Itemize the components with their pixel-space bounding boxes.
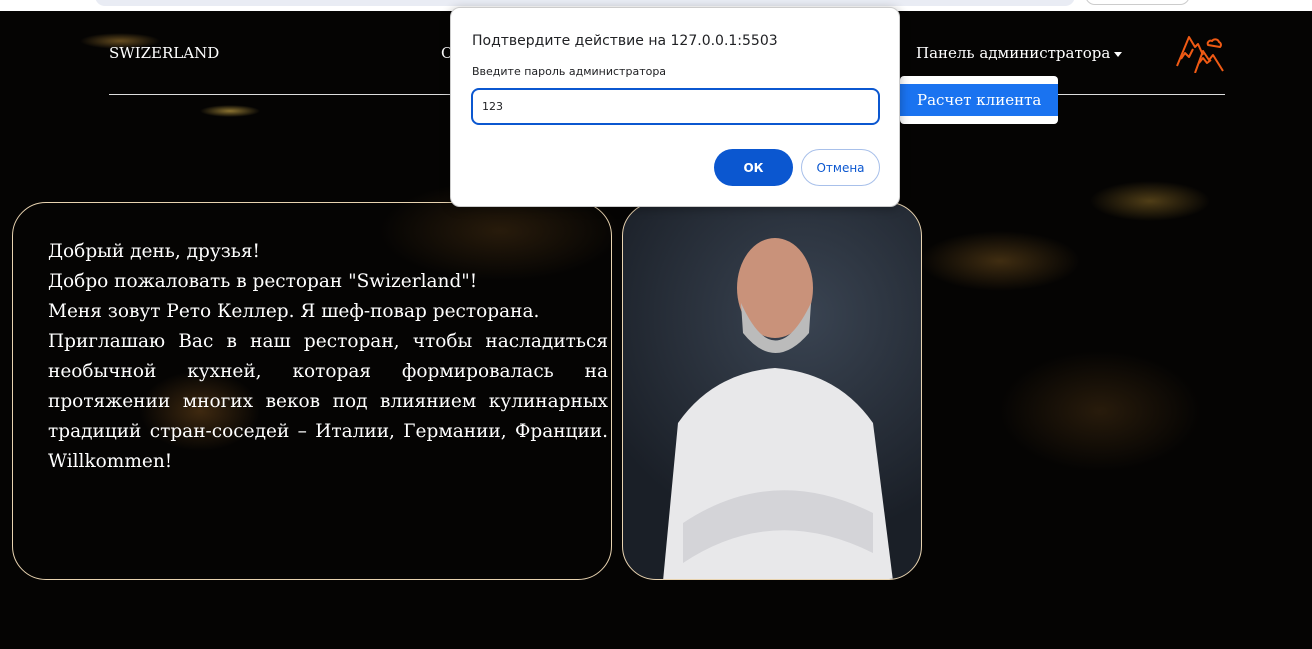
cancel-button[interactable]: Отмена [801,149,880,186]
admin-panel-dropdown[interactable]: Панель администратора [916,44,1123,62]
dialog-message: Введите пароль администратора [472,65,667,78]
welcome-card: Добрый день, друзья! Добро пожаловать в … [12,202,612,580]
welcome-line: Меня зовут Рето Келлер. Я шеф-повар рест… [48,301,540,322]
password-input[interactable] [471,88,880,125]
welcome-paragraph: Приглашаю Вас в наш ресторан, чтобы насл… [48,331,608,472]
ok-button[interactable]: ОК [714,149,793,186]
caret-down-icon [1114,51,1123,57]
chef-photo [622,202,922,580]
admin-dropdown-menu: Расчет клиента [900,76,1058,124]
address-bar[interactable] [95,0,1075,6]
admin-panel-label: Панель администратора [916,44,1111,62]
mountain-logo-icon[interactable] [1175,33,1225,77]
menu-item-client-calc[interactable]: Расчет клиента [900,84,1058,116]
welcome-line: Добро пожаловать в ресторан "Swizerland"… [48,271,478,292]
dialog-title: Подтвердите действие на 127.0.0.1:5503 [472,33,778,49]
browser-button[interactable] [1085,0,1190,5]
welcome-line: Добрый день, друзья! [48,241,260,262]
brand-link[interactable]: SWIZERLAND [109,44,219,62]
confirm-dialog: Подтвердите действие на 127.0.0.1:5503 В… [450,7,900,207]
